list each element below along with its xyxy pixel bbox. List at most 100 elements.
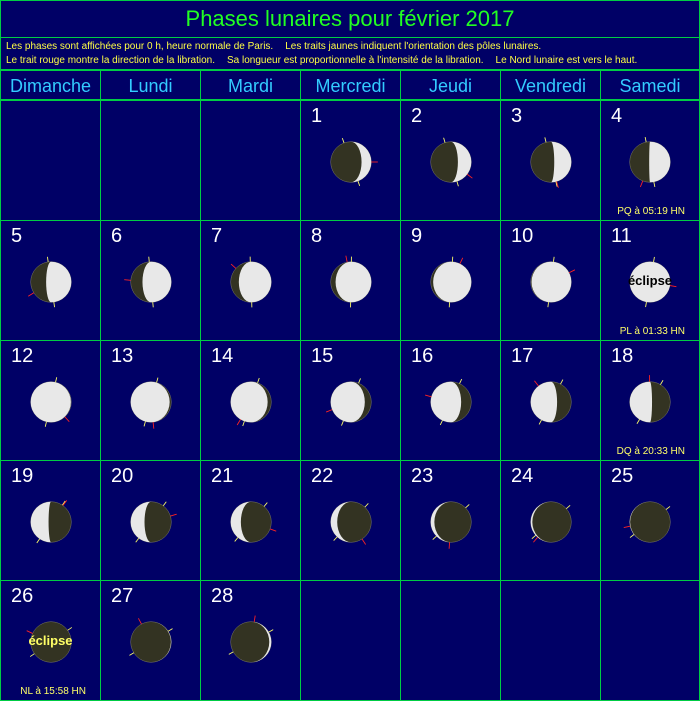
day-cell: 4 PQ à 05:19 HN	[600, 100, 700, 221]
libration-marker	[459, 257, 463, 264]
day-number: 7	[211, 225, 223, 247]
pole-marker	[134, 537, 139, 543]
moon-phase-icon	[29, 499, 72, 543]
day-cell	[300, 580, 401, 701]
day-cell: 5	[0, 220, 101, 341]
phase-event-label: NL à 15:58 HN	[20, 686, 86, 697]
moon-phase-icon	[429, 256, 472, 307]
moon-phase-icon	[429, 500, 472, 549]
moon-phase-icon	[29, 376, 72, 427]
day-number: 9	[411, 225, 423, 247]
pole-marker	[357, 377, 361, 383]
day-cell: 8	[300, 220, 401, 341]
day-cell: 2	[400, 100, 501, 221]
day-cell: 10	[500, 220, 601, 341]
moon-phase-icon	[229, 256, 272, 307]
pole-marker	[439, 419, 443, 425]
day-cell: 6	[100, 220, 201, 341]
day-number: 27	[111, 585, 134, 607]
moon-phase-icon	[623, 500, 671, 543]
libration-marker	[325, 408, 332, 412]
moon-phase-icon	[129, 377, 172, 429]
moon-phase-icon	[424, 378, 472, 425]
moon-phase-icon	[529, 256, 575, 307]
notes: Les phases sont affichées pour 0 h, heur…	[0, 37, 700, 70]
pole-marker	[66, 626, 72, 631]
pole-marker	[268, 628, 273, 633]
pole-marker	[653, 256, 655, 262]
day-cell: 17	[500, 340, 601, 461]
pole-marker	[552, 256, 555, 262]
day-cell: 25	[600, 460, 700, 581]
day-cell	[200, 100, 301, 221]
day-number: 2	[411, 105, 423, 127]
pole-marker	[147, 256, 150, 262]
phase-event-label: DQ à 20:33 HN	[616, 446, 685, 457]
day-cell: 11 éclipse PL à 01:33 HN	[600, 220, 700, 341]
phase-event-label: PL à 01:33 HN	[619, 326, 685, 337]
day-cell	[0, 100, 101, 221]
day-number: 4	[611, 105, 623, 127]
pole-marker	[644, 136, 647, 142]
pole-marker	[52, 301, 55, 307]
moon-phase-icon	[129, 500, 177, 543]
day-cell	[600, 580, 700, 701]
day-number: 19	[11, 465, 34, 487]
moon-phase-icon	[629, 136, 671, 187]
libration-marker	[137, 617, 142, 624]
eclipse-label: éclipse	[627, 273, 673, 288]
pole-marker	[151, 301, 154, 307]
pole-marker	[653, 181, 656, 187]
libration-marker	[253, 614, 256, 622]
day-cell: 9	[400, 220, 501, 341]
day-cell	[100, 100, 201, 221]
day-number: 16	[411, 345, 434, 367]
pole-marker	[29, 652, 35, 657]
libration-marker	[27, 291, 34, 297]
pole-marker	[228, 650, 233, 655]
day-cell: 7	[200, 220, 301, 341]
pole-marker	[565, 504, 570, 509]
day-cell: 1	[300, 100, 401, 221]
pole-marker	[431, 535, 437, 540]
day-number: 15	[311, 345, 334, 367]
pole-marker	[464, 503, 470, 508]
moon-phase-icon	[329, 137, 378, 186]
pole-marker	[332, 536, 337, 541]
pole-marker	[241, 420, 245, 426]
day-number: 8	[311, 225, 323, 247]
libration-marker	[169, 513, 177, 516]
day-cell	[500, 580, 601, 701]
day-number: 12	[11, 345, 34, 367]
note-2: Les traits jaunes indiquent l'orientatio…	[285, 41, 542, 52]
libration-marker	[623, 525, 631, 528]
day-cell: 27	[100, 580, 201, 701]
eclipse-label: éclipse	[28, 633, 73, 648]
moon-phase-icon	[529, 378, 572, 425]
pole-marker	[636, 418, 640, 424]
day-cell: 21	[200, 460, 301, 581]
day-cell: 23	[400, 460, 501, 581]
libration-marker	[236, 418, 241, 425]
day-header-5: Vendredi	[500, 70, 601, 100]
day-number: 23	[411, 465, 434, 487]
moon-phase-icon	[128, 617, 173, 663]
day-number: 1	[311, 105, 323, 127]
moon-phase-icon	[228, 614, 273, 663]
day-cell: 24	[500, 460, 601, 581]
pole-marker	[155, 377, 158, 383]
pole-marker	[233, 536, 238, 542]
day-cell: 22	[300, 460, 401, 581]
day-cell: 19	[0, 460, 101, 581]
day-number: 17	[511, 345, 534, 367]
pole-marker	[128, 651, 134, 656]
pole-marker	[341, 137, 344, 143]
day-number: 14	[211, 345, 234, 367]
libration-marker	[424, 394, 432, 397]
day-header-1: Lundi	[100, 70, 201, 100]
libration-marker	[344, 255, 348, 262]
pole-marker	[143, 420, 146, 426]
pole-marker	[46, 256, 49, 262]
moon-phase-icon	[329, 500, 372, 545]
day-number: 22	[311, 465, 334, 487]
